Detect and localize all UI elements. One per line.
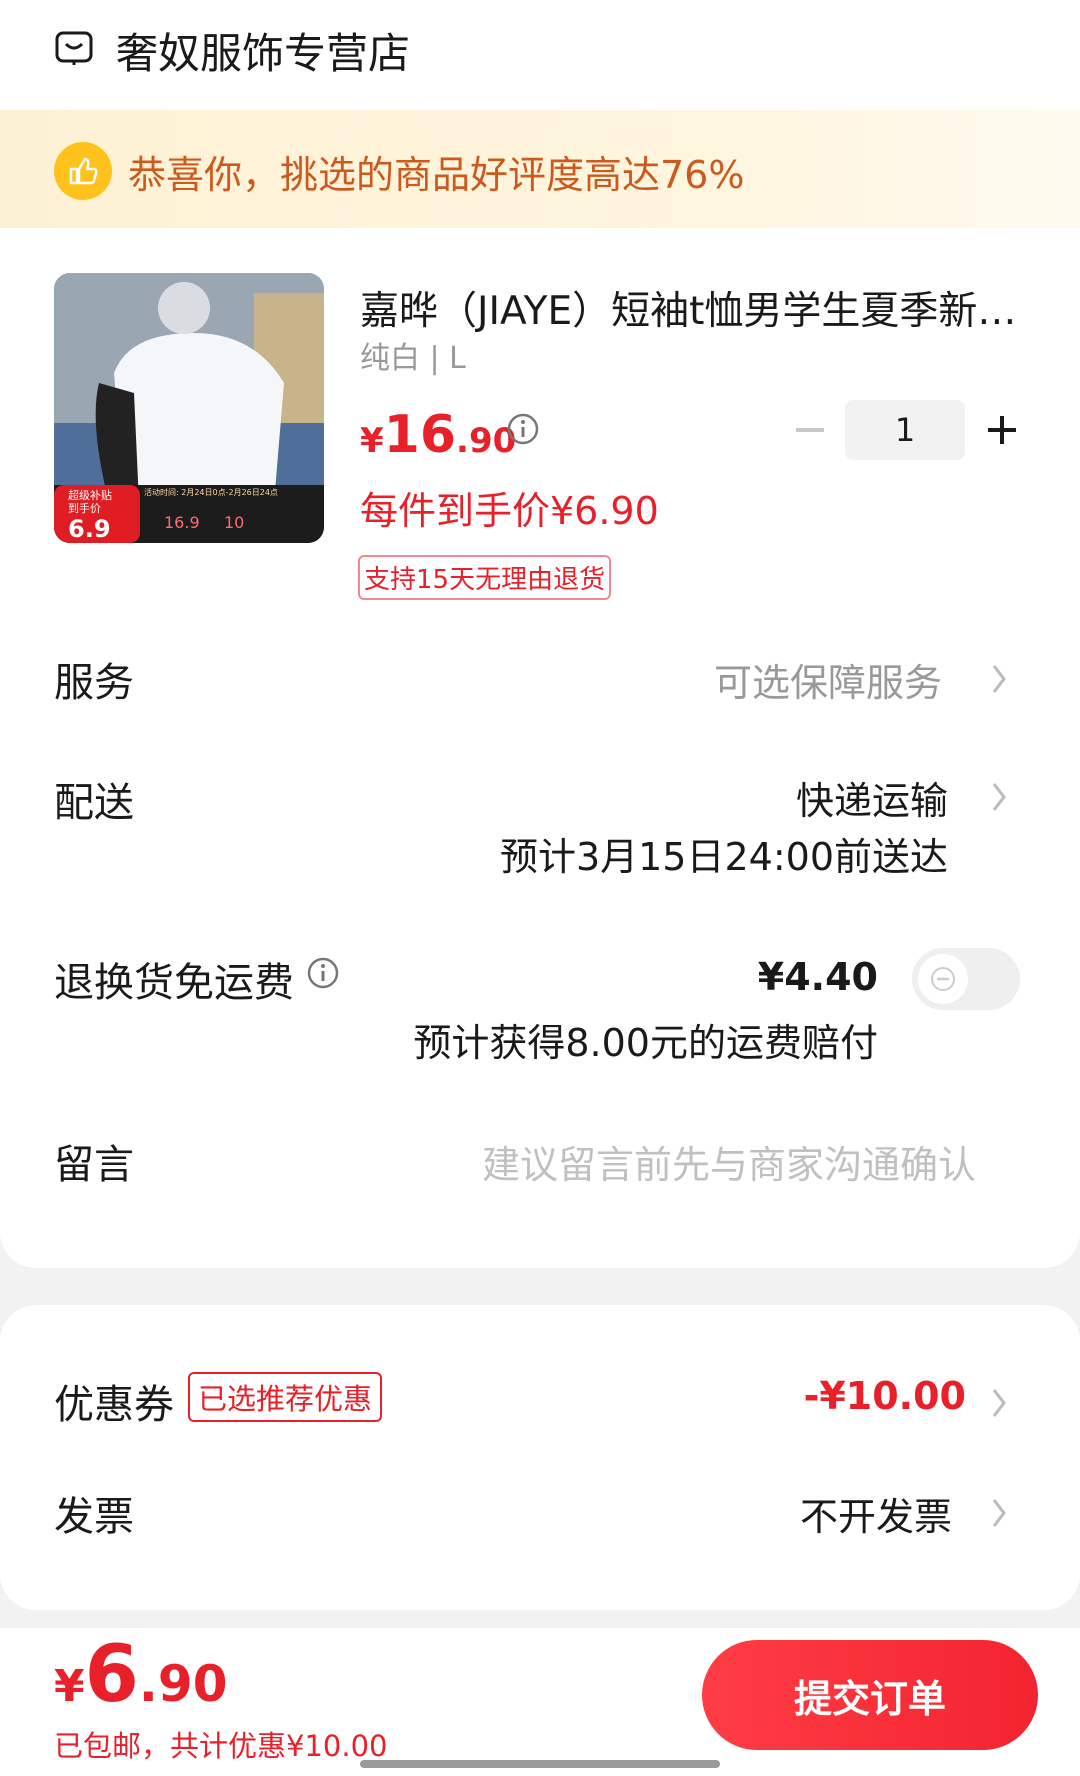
quantity-decrease-button[interactable] — [790, 400, 830, 460]
order-total: ¥ 6 .90 — [54, 1630, 227, 1720]
discount-card — [0, 1305, 1080, 1610]
total-decimal: .90 — [138, 1655, 228, 1713]
message-label: 留言 — [54, 1142, 134, 1188]
discount-note: 共计优惠¥10.00 — [170, 1729, 388, 1763]
delivery-estimate: 预计3月15日24:00前送达 — [499, 835, 948, 879]
product-price: ¥ 16 .90 — [360, 405, 516, 465]
coupon-value[interactable]: -¥10.00 — [804, 1374, 966, 1418]
store-header[interactable]: 奢奴服饰专营店 — [54, 22, 410, 78]
product-title[interactable]: 嘉晔（JIAYE）短袖t恤男学生夏季新… — [360, 280, 1020, 336]
toggle-knob — [918, 954, 968, 1004]
rating-banner-text: 恭喜你，挑选的商品好评度高达76% — [128, 153, 745, 197]
badge-sub-line: 到手价 — [68, 502, 101, 516]
submit-order-button[interactable]: 提交订单 — [702, 1640, 1038, 1750]
badge-discount: 10 — [224, 513, 245, 532]
service-value[interactable]: 可选保障服务 — [714, 652, 942, 707]
return-shipping-info-icon[interactable] — [306, 956, 340, 990]
invoice-label: 发票 — [54, 1494, 134, 1540]
total-symbol: ¥ — [54, 1661, 85, 1712]
total-integer: 6 — [84, 1630, 139, 1720]
home-indicator[interactable] — [360, 1760, 720, 1768]
rating-banner: 恭喜你，挑选的商品好评度高达76% — [0, 110, 1080, 228]
price-integer: 16 — [383, 405, 457, 465]
delivery-value[interactable]: 快递运输 — [796, 770, 948, 825]
coupon-recommended-tag: 已选推荐优惠 — [188, 1372, 383, 1422]
invoice-value[interactable]: 不开发票 — [800, 1486, 952, 1541]
order-main-card: 奢奴服饰专营店 恭喜你，挑选的商品好评度高达76% 超级补贴 到手价 6.9 活… — [0, 0, 1080, 1268]
store-name: 奢奴服饰专营店 — [116, 28, 411, 78]
badge-price: 6.9 — [68, 515, 111, 543]
invoice-chevron-icon[interactable] — [990, 1496, 1008, 1530]
service-label: 服务 — [54, 660, 134, 706]
store-icon — [54, 28, 94, 72]
return-shipping-label: 退换货免运费 — [54, 960, 294, 1006]
badge-top-line: 超级补贴 — [68, 489, 112, 502]
shipping-note: 已包邮， — [54, 1729, 171, 1763]
product-spec[interactable]: 纯白 | L — [360, 333, 466, 377]
return-policy-tag: 支持15天无理由退货 — [358, 555, 612, 600]
thumbs-up-icon — [54, 142, 112, 200]
return-shipping-fee: ¥4.40 — [757, 955, 878, 999]
quantity-stepper: 1 — [780, 400, 1030, 460]
return-shipping-toggle[interactable] — [912, 948, 1020, 1010]
delivery-label: 配送 — [54, 780, 134, 826]
total-note: 已包邮，共计优惠¥10.00 — [54, 1723, 388, 1765]
product-image[interactable]: 超级补贴 到手价 6.9 活动时间: 2月24日0点-2月26日24点 16.9… — [54, 273, 324, 543]
service-chevron-icon[interactable] — [990, 662, 1008, 696]
message-input[interactable]: 建议留言前先与商家沟通确认 — [482, 1134, 976, 1189]
quantity-value[interactable]: 1 — [845, 400, 965, 460]
price-symbol: ¥ — [360, 421, 384, 461]
return-shipping-compensation: 预计获得8.00元的运费赔付 — [413, 1021, 878, 1065]
badge-orig: 16.9 — [164, 513, 200, 532]
quantity-increase-button[interactable] — [980, 400, 1024, 460]
coupon-chevron-icon[interactable] — [990, 1386, 1008, 1420]
badge-activity: 活动时间: 2月24日0点-2月26日24点 — [144, 488, 278, 497]
coupon-label: 优惠券 — [54, 1382, 174, 1428]
delivery-chevron-icon[interactable] — [990, 780, 1008, 814]
final-unit-price: 每件到手价¥6.90 — [360, 489, 659, 533]
price-info-icon[interactable] — [506, 412, 540, 446]
